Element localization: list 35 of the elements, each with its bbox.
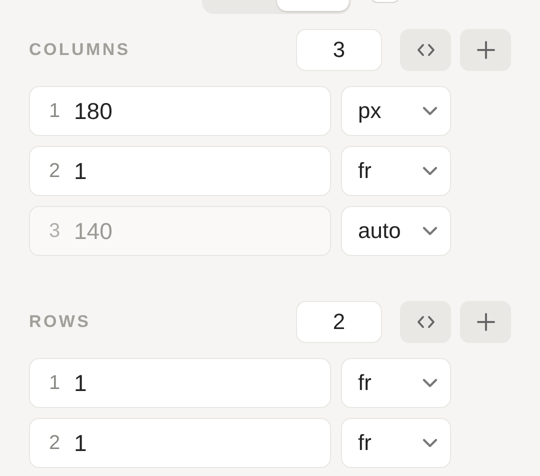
track-index: 1	[49, 100, 61, 122]
track-value: 140	[74, 218, 112, 244]
chevron-down-icon	[422, 226, 438, 236]
track-value: 1	[74, 158, 87, 184]
track-size-field[interactable]: 1 180	[29, 86, 331, 136]
chevron-down-icon	[422, 378, 438, 388]
track-value: 1	[74, 430, 87, 456]
code-button[interactable]	[400, 301, 451, 343]
plus-icon	[476, 41, 494, 59]
track-index: 2	[49, 432, 61, 454]
track-size-field[interactable]: 1 1	[29, 358, 331, 408]
section-title: COLUMNS	[29, 40, 132, 60]
track-index: 1	[49, 372, 61, 394]
unit-dropdown[interactable]: fr	[341, 146, 451, 196]
chevron-down-icon	[422, 166, 438, 176]
count-field[interactable]: 3	[296, 29, 382, 71]
track-value: 1	[74, 370, 87, 396]
count-field[interactable]: 2	[296, 301, 382, 343]
track-size-field[interactable]: 2 1	[29, 418, 331, 468]
code-icon	[416, 43, 434, 57]
unit-dropdown[interactable]: fr	[341, 358, 451, 408]
track-size-field[interactable]: 2 1	[29, 146, 331, 196]
plus-icon	[476, 313, 494, 331]
add-button[interactable]	[460, 301, 511, 343]
unit-dropdown[interactable]: fr	[341, 418, 451, 468]
track-index: 2	[49, 160, 61, 182]
track-index: 3	[49, 220, 61, 242]
chevron-down-icon	[422, 438, 438, 448]
track-value: 180	[74, 98, 112, 124]
code-icon	[416, 315, 434, 329]
code-button[interactable]	[400, 29, 451, 71]
chevron-down-icon	[422, 106, 438, 116]
add-button[interactable]	[460, 29, 511, 71]
unit-dropdown[interactable]: px	[341, 86, 451, 136]
section-title: ROWS	[29, 312, 92, 332]
